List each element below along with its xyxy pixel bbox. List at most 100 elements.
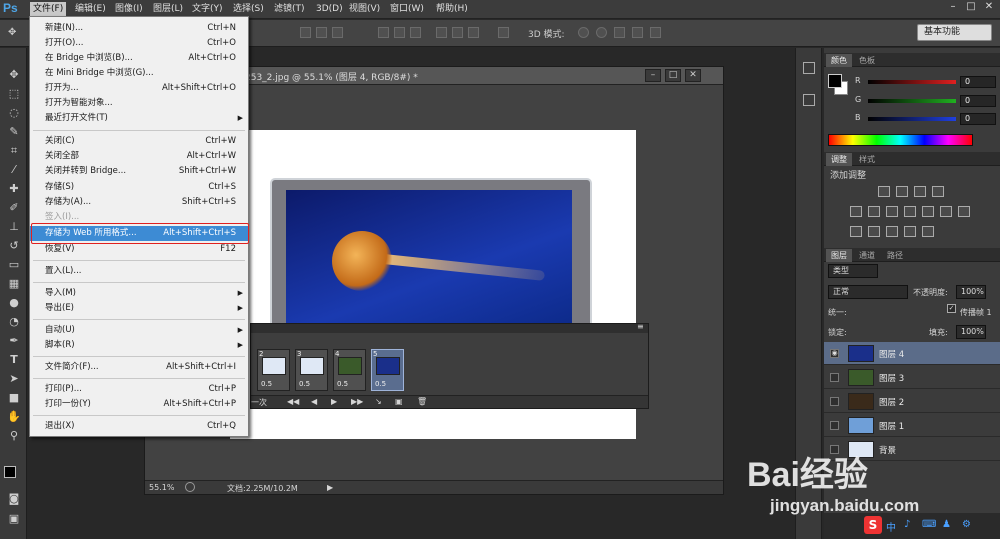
slider-green[interactable]: G 0	[826, 95, 996, 107]
animation-frame[interactable]: 4 0.5	[333, 349, 366, 391]
blue-slider-track[interactable]	[868, 117, 956, 121]
3d-scale-icon[interactable]	[650, 27, 661, 38]
visibility-eye-icon[interactable]	[830, 373, 839, 382]
hand-tool-icon[interactable]: ✋	[7, 410, 21, 424]
foreground-color-swatch[interactable]	[828, 74, 842, 88]
photo-filter-icon[interactable]	[922, 206, 934, 217]
menu-item-open[interactable]: 打开(O)... Ctrl+O	[30, 36, 248, 51]
menu-item-save-as[interactable]: 存储为(A)... Shift+Ctrl+S	[30, 195, 248, 210]
tab-swatches[interactable]: 色板	[854, 54, 880, 67]
menu-image[interactable]: 图像(I)	[112, 2, 146, 17]
rectangle-tool-icon[interactable]: ■	[7, 391, 21, 405]
distribute-top-icon[interactable]	[378, 27, 389, 38]
threshold-icon[interactable]	[886, 226, 898, 237]
menu-item-open-smart-object[interactable]: 打开为智能对象...	[30, 96, 248, 111]
auto-align-icon[interactable]	[498, 27, 509, 38]
path-select-tool-icon[interactable]: ➤	[7, 372, 21, 386]
menu-item-open-as[interactable]: 打开为... Alt+Shift+Ctrl+O	[30, 81, 248, 96]
visibility-eye-icon[interactable]	[830, 421, 839, 430]
ime-mode[interactable]: 中	[886, 519, 896, 534]
menu-item-import[interactable]: 导入(M) ▶	[30, 286, 248, 301]
tab-paths[interactable]: 路径	[882, 249, 908, 262]
menu-item-recent-files[interactable]: 最近打开文件(T) ▶	[30, 111, 248, 126]
layer-name[interactable]: 图层 3	[879, 372, 904, 384]
slider-blue[interactable]: B 0	[826, 113, 996, 125]
menu-window[interactable]: 窗口(W)	[387, 2, 427, 17]
distribute-hcenter-icon[interactable]	[452, 27, 463, 38]
menu-item-close-all[interactable]: 关闭全部 Alt+Ctrl+W	[30, 149, 248, 164]
tab-layers[interactable]: 图层	[826, 249, 852, 262]
animation-frame-selected[interactable]: 5 0.5	[371, 349, 404, 391]
opacity-input[interactable]: 100%	[956, 285, 986, 299]
selective-color-icon[interactable]	[922, 226, 934, 237]
menu-item-browse-mini-bridge[interactable]: 在 Mini Bridge 中浏览(G)...	[30, 66, 248, 81]
play-icon[interactable]: ▶	[331, 397, 337, 406]
layer-row[interactable]: ◉ 图层 4	[824, 342, 1000, 365]
sogou-ime-icon[interactable]: S	[864, 516, 882, 534]
menu-item-automate[interactable]: 自动(U) ▶	[30, 323, 248, 338]
slider-red[interactable]: R 0	[826, 76, 996, 88]
tab-channels[interactable]: 通道	[854, 249, 880, 262]
status-arrow-icon[interactable]: ▶	[327, 483, 333, 492]
menu-item-print[interactable]: 打印(P)... Ctrl+P	[30, 382, 248, 397]
delete-frame-icon[interactable]: 🗑	[417, 397, 427, 406]
layer-row[interactable]: 图层 3	[824, 366, 1000, 389]
lasso-tool-icon[interactable]: ◌	[7, 106, 21, 120]
channel-mixer-icon[interactable]	[940, 206, 952, 217]
blur-tool-icon[interactable]: ●	[7, 296, 21, 310]
foreground-color-swatch[interactable]	[4, 466, 16, 478]
menu-edit[interactable]: 编辑(E)	[72, 2, 109, 17]
loop-select[interactable]: 一次	[251, 397, 267, 408]
layer-name[interactable]: 背景	[879, 444, 896, 456]
blue-value-input[interactable]: 0	[960, 113, 996, 125]
blend-mode-select[interactable]: 正常	[828, 285, 908, 299]
red-slider-track[interactable]	[868, 80, 956, 84]
tab-styles[interactable]: 样式	[854, 153, 880, 166]
curves-icon[interactable]	[914, 186, 926, 197]
3d-roll-icon[interactable]	[596, 27, 607, 38]
menu-item-file-info[interactable]: 文件简介(F)... Alt+Shift+Ctrl+I	[30, 360, 248, 375]
distribute-bottom-icon[interactable]	[410, 27, 421, 38]
frame-delay[interactable]: 0.5	[337, 380, 348, 388]
layer-row[interactable]: 图层 2	[824, 390, 1000, 413]
animation-frame[interactable]: 2 0.5	[257, 349, 290, 391]
menu-view[interactable]: 视图(V)	[346, 2, 383, 17]
animation-frame[interactable]: 3 0.5	[295, 349, 328, 391]
panel-menu-icon[interactable]: ≡	[637, 322, 644, 331]
tab-adjustments[interactable]: 调整	[826, 153, 852, 166]
menu-help[interactable]: 帮助(H)	[433, 2, 471, 17]
tab-color[interactable]: 颜色	[826, 54, 852, 67]
marquee-tool-icon[interactable]: ⬚	[7, 87, 21, 101]
brightness-icon[interactable]	[878, 186, 890, 197]
align-top-icon[interactable]	[300, 27, 311, 38]
doc-maximize-button[interactable]: □	[665, 69, 681, 82]
workspace-select[interactable]: 基本功能	[917, 24, 992, 41]
visibility-eye-icon[interactable]: ◉	[830, 349, 839, 358]
fill-input[interactable]: 100%	[956, 325, 986, 339]
brush-tool-icon[interactable]: ✐	[7, 201, 21, 215]
layer-filter-select[interactable]: 类型	[828, 264, 878, 278]
prev-frame-icon[interactable]: ◀	[311, 397, 317, 406]
eraser-tool-icon[interactable]: ▭	[7, 258, 21, 272]
color-spectrum[interactable]	[828, 134, 973, 146]
ime-user-icon[interactable]: ♟	[942, 519, 951, 530]
doc-minimize-button[interactable]: –	[645, 69, 661, 82]
green-value-input[interactable]: 0	[960, 95, 996, 107]
menu-type[interactable]: 文字(Y)	[189, 2, 226, 17]
frame-delay[interactable]: 0.5	[261, 380, 272, 388]
menu-select[interactable]: 选择(S)	[230, 2, 267, 17]
distribute-left-icon[interactable]	[436, 27, 447, 38]
maximize-button[interactable]: □	[964, 1, 978, 16]
menu-3d[interactable]: 3D(D)	[313, 2, 346, 17]
menu-item-print-one[interactable]: 打印一份(Y) Alt+Shift+Ctrl+P	[30, 397, 248, 412]
align-vcenter-icon[interactable]	[316, 27, 327, 38]
menu-layer[interactable]: 图层(L)	[150, 2, 186, 17]
align-bottom-icon[interactable]	[332, 27, 343, 38]
hue-saturation-icon[interactable]	[868, 206, 880, 217]
propagate-checkbox[interactable]: ✓	[947, 304, 956, 313]
layer-name[interactable]: 图层 4	[879, 348, 904, 360]
invert-icon[interactable]	[850, 226, 862, 237]
menu-file[interactable]: 文件(F)	[30, 2, 67, 17]
menu-item-close[interactable]: 关闭(C) Ctrl+W	[30, 134, 248, 149]
eyedropper-tool-icon[interactable]: ⁄	[7, 163, 21, 177]
